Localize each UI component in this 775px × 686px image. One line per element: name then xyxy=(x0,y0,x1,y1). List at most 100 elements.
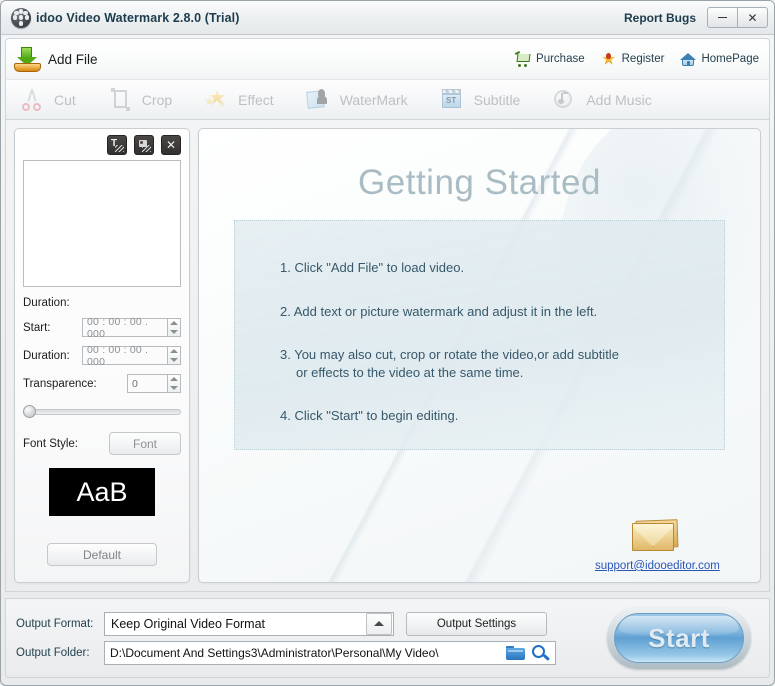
tab-cut[interactable]: Cut xyxy=(20,88,76,112)
close-button[interactable]: ✕ xyxy=(737,7,768,28)
subtitle-icon-text: ST xyxy=(446,95,457,105)
register-link[interactable]: Register xyxy=(601,51,665,67)
footer-bar: Output Format: Keep Original Video Forma… xyxy=(5,598,770,678)
stars-icon xyxy=(204,88,230,112)
start-button-label: Start xyxy=(648,622,710,653)
output-folder-input[interactable]: D:\Document And Settings3\Administrator\… xyxy=(104,640,556,665)
step-3-line1: 3. You may also cut, crop or rotate the … xyxy=(280,347,619,363)
transparence-spinner[interactable] xyxy=(167,374,181,393)
start-button[interactable]: Start xyxy=(607,607,751,669)
homepage-label: HomePage xyxy=(701,53,759,65)
output-folder-row: Output Folder: D:\Document And Settings3… xyxy=(16,640,607,665)
add-file-button[interactable]: Add File xyxy=(14,46,98,72)
watermark-preview-canvas[interactable] xyxy=(23,160,181,287)
download-arrow-icon xyxy=(14,46,41,72)
tab-effect-label: Effect xyxy=(238,91,274,108)
support-email-link[interactable]: support@idooeditor.com xyxy=(595,560,720,572)
duration-time-input[interactable]: 00 : 00 : 00 . 000 xyxy=(82,344,167,368)
chevron-up-icon[interactable] xyxy=(366,612,392,635)
application-window: idoo Video Watermark 2.8.0 (Trial) Repor… xyxy=(0,0,775,686)
step-4-line1: 4. Click "Start" to begin editing. xyxy=(280,408,459,424)
top-toolbar: Add File Purchase Register HomePage xyxy=(5,38,770,79)
top-links: Purchase Register HomePage xyxy=(514,50,759,67)
output-format-row: Output Format: Keep Original Video Forma… xyxy=(16,611,607,636)
tool-tabs: Cut Crop Effect WaterMark ST Subtitle Ad… xyxy=(5,79,770,120)
homepage-link[interactable]: HomePage xyxy=(680,51,759,67)
start-label: Start: xyxy=(23,321,51,334)
start-time-row: Start: 00 : 00 : 00 . 000 xyxy=(23,316,181,340)
tab-effect[interactable]: Effect xyxy=(204,88,274,112)
start-time-stepper[interactable]: 00 : 00 : 00 . 000 xyxy=(82,316,181,340)
duration-time-spinner[interactable] xyxy=(167,346,181,365)
tab-add-music-label: Add Music xyxy=(586,91,652,108)
scissors-icon xyxy=(20,88,46,112)
star-icon xyxy=(601,51,617,67)
folder-icon[interactable] xyxy=(505,643,527,663)
step-3-line2: or effects to the video at the same time… xyxy=(296,364,524,380)
font-button[interactable]: Font xyxy=(109,432,181,455)
text-watermark-icon[interactable]: T xyxy=(107,135,127,155)
watermark-settings-panel: T ✕ Duration: Start: 00 : 00 : 00 . 000 xyxy=(14,128,190,583)
page-title: Getting Started xyxy=(358,163,601,202)
duration-section-title: Duration: xyxy=(23,297,70,309)
step-2: 2. Add text or picture watermark and adj… xyxy=(280,303,724,321)
report-bugs-link[interactable]: Report Bugs xyxy=(624,11,696,25)
minimize-button[interactable] xyxy=(707,7,738,28)
home-icon xyxy=(680,51,697,67)
slider-track[interactable] xyxy=(33,409,181,415)
tab-watermark-label: WaterMark xyxy=(339,91,408,108)
step-1-line1: 1. Click "Add File" to load video. xyxy=(280,260,465,275)
film-reel-icon xyxy=(11,7,31,28)
output-settings-button[interactable]: Output Settings xyxy=(406,611,547,636)
getting-started-steps: 1. Click "Add File" to load video. 2. Ad… xyxy=(234,220,725,450)
output-folder-value: D:\Document And Settings3\Administrator\… xyxy=(110,645,439,660)
step-1: 1. Click "Add File" to load video. xyxy=(280,259,724,277)
add-file-label: Add File xyxy=(48,51,98,67)
start-time-spinner[interactable] xyxy=(167,318,181,337)
envelope-icon xyxy=(632,519,679,552)
font-preview: AaB xyxy=(49,468,155,516)
tab-subtitle[interactable]: ST Subtitle xyxy=(440,88,521,112)
transparence-slider[interactable] xyxy=(23,404,181,418)
watermark-icon xyxy=(305,88,332,112)
transparence-row: Transparence: 0 xyxy=(23,374,181,393)
default-button[interactable]: Default xyxy=(47,543,157,566)
main-body: T ✕ Duration: Start: 00 : 00 : 00 . 000 xyxy=(5,120,770,592)
step-2-line1: 2. Add text or picture watermark and adj… xyxy=(280,303,598,319)
duration-time-stepper[interactable]: 00 : 00 : 00 . 000 xyxy=(82,344,181,368)
support-block: support@idooeditor.com xyxy=(595,519,720,574)
tab-add-music[interactable]: Add Music xyxy=(552,88,652,112)
picture-watermark-icon[interactable] xyxy=(134,135,154,155)
output-folder-label: Output Folder: xyxy=(16,646,90,659)
music-disc-icon xyxy=(552,88,578,112)
slider-knob[interactable] xyxy=(23,405,36,418)
font-style-row: Font Style: Font xyxy=(23,432,181,455)
output-format-value: Keep Original Video Format xyxy=(111,616,266,631)
transparence-input[interactable]: 0 xyxy=(127,374,167,393)
tab-crop[interactable]: Crop xyxy=(108,87,173,112)
magnifier-icon[interactable] xyxy=(530,643,552,663)
step-4: 4. Click "Start" to begin editing. xyxy=(280,407,724,425)
start-time-input[interactable]: 00 : 00 : 00 . 000 xyxy=(82,316,167,340)
app-title: idoo Video Watermark 2.8.0 (Trial) xyxy=(36,10,240,25)
clapperboard-st-icon: ST xyxy=(440,88,466,112)
step-3: 3. You may also cut, crop or rotate the … xyxy=(280,346,724,381)
output-options: Output Format: Keep Original Video Forma… xyxy=(16,607,607,670)
purchase-link[interactable]: Purchase xyxy=(514,50,585,67)
watermark-tool-buttons: T ✕ xyxy=(23,135,181,155)
tab-watermark[interactable]: WaterMark xyxy=(305,88,408,112)
tab-cut-label: Cut xyxy=(54,91,76,108)
title-bar-controls: Report Bugs ✕ xyxy=(624,7,768,28)
register-label: Register xyxy=(621,53,665,65)
close-icon[interactable]: ✕ xyxy=(161,135,181,155)
shopping-cart-icon xyxy=(514,50,531,67)
purchase-label: Purchase xyxy=(536,53,585,65)
output-format-select[interactable]: Keep Original Video Format xyxy=(104,611,394,636)
title-bar: idoo Video Watermark 2.8.0 (Trial) Repor… xyxy=(1,1,774,35)
transparence-stepper[interactable]: 0 xyxy=(127,374,181,393)
tab-subtitle-label: Subtitle xyxy=(473,91,521,108)
duration-label: Duration: xyxy=(23,349,70,362)
duration-time-row: Duration: 00 : 00 : 00 . 000 xyxy=(23,344,181,368)
font-preview-text: AaB xyxy=(76,476,128,507)
tab-crop-label: Crop xyxy=(141,91,173,108)
